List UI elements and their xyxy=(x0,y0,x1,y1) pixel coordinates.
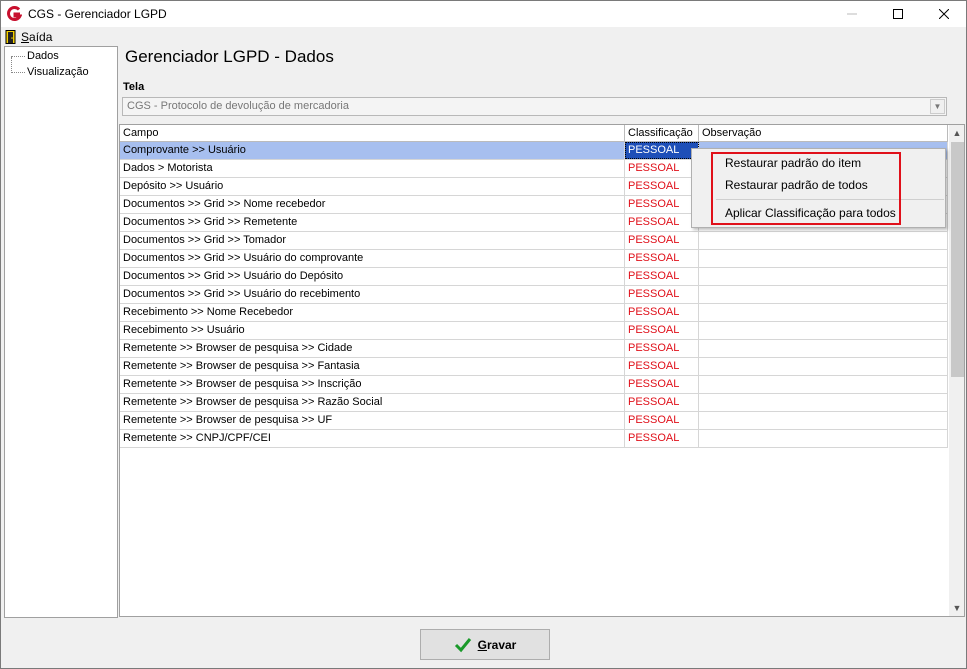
title-bar[interactable]: CGS - Gerenciador LGPD xyxy=(1,1,966,27)
tree-item-visualizacao[interactable]: Visualização xyxy=(11,66,89,78)
cell-classificacao[interactable]: PESSOAL xyxy=(625,214,699,231)
cell-observacao[interactable] xyxy=(699,250,948,267)
scrollbar-thumb[interactable] xyxy=(951,142,964,377)
cell-classificacao[interactable]: PESSOAL xyxy=(625,304,699,321)
menu-exit-mnemonic: S xyxy=(21,29,30,44)
cell-campo[interactable]: Remetente >> CNPJ/CPF/CEI xyxy=(120,430,625,447)
scroll-up-icon[interactable]: ▲ xyxy=(949,125,964,141)
tela-select[interactable]: CGS - Protocolo de devolução de mercador… xyxy=(122,97,947,116)
table-row[interactable]: Recebimento >> Usuário PESSOAL xyxy=(120,322,948,340)
cell-observacao[interactable] xyxy=(699,376,948,393)
cell-campo[interactable]: Remetente >> Browser de pesquisa >> Fant… xyxy=(120,358,625,375)
table-row[interactable]: Documentos >> Grid >> Usuário do recebim… xyxy=(120,286,948,304)
table-row[interactable]: Remetente >> Browser de pesquisa >> Insc… xyxy=(120,376,948,394)
scroll-down-icon[interactable]: ▼ xyxy=(949,600,964,616)
cell-observacao[interactable] xyxy=(699,286,948,303)
cell-campo[interactable]: Recebimento >> Nome Recebedor xyxy=(120,304,625,321)
cell-observacao[interactable] xyxy=(699,268,948,285)
cell-classificacao[interactable]: PESSOAL xyxy=(625,160,699,177)
menu-exit-label: aída xyxy=(29,29,53,44)
cell-classificacao[interactable]: PESSOAL xyxy=(625,394,699,411)
tree-branch-line xyxy=(11,71,25,73)
menu-bar: Saída xyxy=(1,27,966,46)
menu-exit[interactable]: Saída xyxy=(5,29,53,44)
cell-observacao[interactable] xyxy=(699,358,948,375)
tree-item-label: Visualização xyxy=(27,66,89,78)
tree-item-dados[interactable]: Dados xyxy=(11,50,59,62)
cell-classificacao[interactable]: PESSOAL xyxy=(625,268,699,285)
cell-campo[interactable]: Documentos >> Grid >> Nome recebedor xyxy=(120,196,625,213)
cell-observacao[interactable] xyxy=(699,412,948,429)
checkmark-icon xyxy=(454,636,472,654)
highlight-box xyxy=(711,152,901,225)
cell-observacao[interactable] xyxy=(699,394,948,411)
cell-classificacao[interactable]: PESSOAL xyxy=(625,232,699,249)
tree-branch-line xyxy=(11,55,25,57)
save-label: ravar xyxy=(486,637,517,652)
column-header-classificacao[interactable]: Classificação xyxy=(625,125,699,142)
cell-campo[interactable]: Documentos >> Grid >> Usuário do Depósit… xyxy=(120,268,625,285)
cell-campo[interactable]: Remetente >> Browser de pesquisa >> Cida… xyxy=(120,340,625,357)
navigation-tree: Dados Visualização xyxy=(4,46,118,618)
table-row[interactable]: Remetente >> Browser de pesquisa >> Razã… xyxy=(120,394,948,412)
cell-classificacao[interactable]: PESSOAL xyxy=(625,340,699,357)
cell-observacao[interactable] xyxy=(699,304,948,321)
cell-campo[interactable]: Documentos >> Grid >> Usuário do recebim… xyxy=(120,286,625,303)
cell-classificacao[interactable]: PESSOAL xyxy=(625,178,699,195)
maximize-button[interactable] xyxy=(875,1,921,27)
cell-observacao[interactable] xyxy=(699,232,948,249)
cell-campo[interactable]: Documentos >> Grid >> Tomador xyxy=(120,232,625,249)
table-row[interactable]: Documentos >> Grid >> Usuário do Depósit… xyxy=(120,268,948,286)
table-row[interactable]: Remetente >> CNPJ/CPF/CEI PESSOAL xyxy=(120,430,948,448)
chevron-down-icon[interactable]: ▼ xyxy=(930,99,945,114)
table-row[interactable]: Remetente >> Browser de pesquisa >> Fant… xyxy=(120,358,948,376)
grid-header: Campo Classificação Observação xyxy=(120,125,948,142)
cell-campo[interactable]: Dados > Motorista xyxy=(120,160,625,177)
cell-classificacao[interactable]: PESSOAL xyxy=(625,142,699,159)
tela-select-value: CGS - Protocolo de devolução de mercador… xyxy=(127,100,349,112)
table-row[interactable]: Remetente >> Browser de pesquisa >> Cida… xyxy=(120,340,948,358)
app-logo-icon xyxy=(6,6,23,22)
table-row[interactable]: Recebimento >> Nome Recebedor PESSOAL xyxy=(120,304,948,322)
cell-campo[interactable]: Remetente >> Browser de pesquisa >> UF xyxy=(120,412,625,429)
cell-campo[interactable]: Comprovante >> Usuário xyxy=(120,142,625,159)
tree-item-label: Dados xyxy=(27,50,59,62)
exit-door-icon xyxy=(5,29,17,44)
cell-classificacao[interactable]: PESSOAL xyxy=(625,430,699,447)
save-button[interactable]: Gravar xyxy=(420,629,550,660)
cell-classificacao[interactable]: PESSOAL xyxy=(625,412,699,429)
close-button[interactable] xyxy=(921,1,966,27)
save-mnemonic: G xyxy=(477,637,487,652)
window-title: CGS - Gerenciador LGPD xyxy=(28,7,167,21)
cell-classificacao[interactable]: PESSOAL xyxy=(625,250,699,267)
cell-observacao[interactable] xyxy=(699,322,948,339)
cell-observacao[interactable] xyxy=(699,340,948,357)
cell-campo[interactable]: Remetente >> Browser de pesquisa >> Insc… xyxy=(120,376,625,393)
app-window: CGS - Gerenciador LGPD Saída Dados Visua… xyxy=(0,0,967,669)
vertical-scrollbar[interactable]: ▲ ▼ xyxy=(949,125,964,616)
column-header-observacao[interactable]: Observação xyxy=(699,125,948,142)
table-row[interactable]: Documentos >> Grid >> Tomador PESSOAL xyxy=(120,232,948,250)
page-title: Gerenciador LGPD - Dados xyxy=(125,47,334,66)
cell-classificacao[interactable]: PESSOAL xyxy=(625,358,699,375)
cell-classificacao[interactable]: PESSOAL xyxy=(625,322,699,339)
cell-classificacao[interactable]: PESSOAL xyxy=(625,196,699,213)
minimize-button[interactable] xyxy=(829,1,875,27)
cell-campo[interactable]: Recebimento >> Usuário xyxy=(120,322,625,339)
cell-campo[interactable]: Remetente >> Browser de pesquisa >> Razã… xyxy=(120,394,625,411)
table-row[interactable]: Remetente >> Browser de pesquisa >> UF PE… xyxy=(120,412,948,430)
table-row[interactable]: Documentos >> Grid >> Usuário do comprov… xyxy=(120,250,948,268)
cell-campo[interactable]: Documentos >> Grid >> Usuário do comprov… xyxy=(120,250,625,267)
tela-label: Tela xyxy=(123,81,145,93)
cell-classificacao[interactable]: PESSOAL xyxy=(625,376,699,393)
cell-observacao[interactable] xyxy=(699,430,948,447)
cell-campo[interactable]: Documentos >> Grid >> Remetente xyxy=(120,214,625,231)
column-header-campo[interactable]: Campo xyxy=(120,125,625,142)
cell-campo[interactable]: Depósito >> Usuário xyxy=(120,178,625,195)
cell-classificacao[interactable]: PESSOAL xyxy=(625,286,699,303)
